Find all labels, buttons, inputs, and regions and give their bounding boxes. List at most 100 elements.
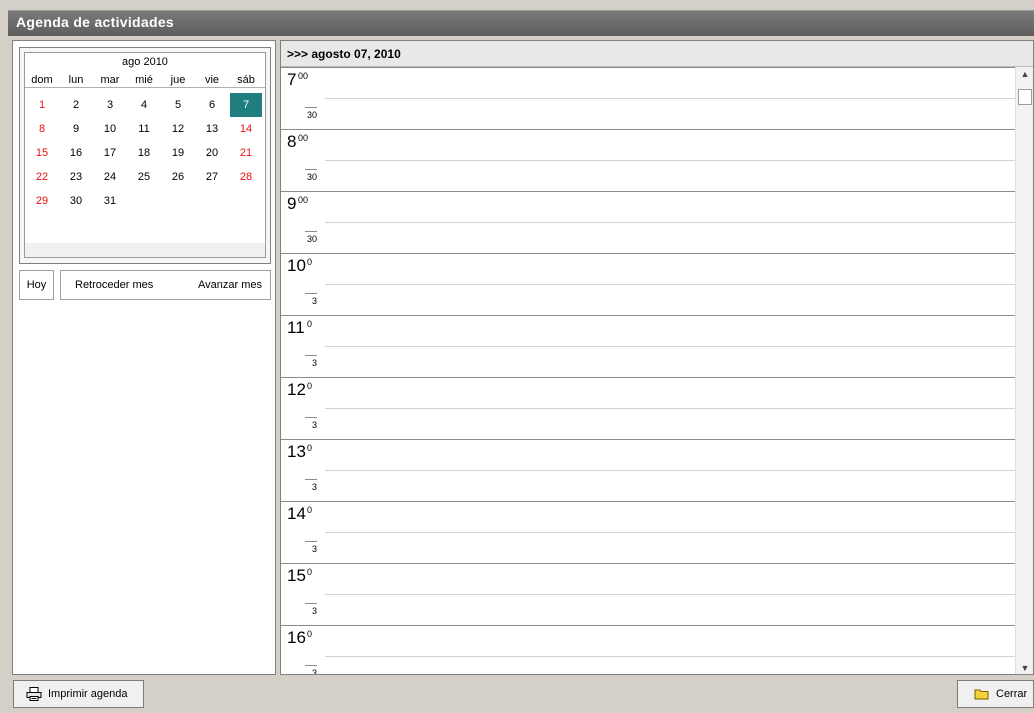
hour-slot[interactable]: 13 0 [281,439,1016,470]
half-hour-slot[interactable]: 3 [281,470,1016,501]
hour-slot[interactable]: 7 00 [281,67,1016,98]
prev-month-button[interactable]: Retroceder mes [75,279,153,291]
hour-slot[interactable]: 10 0 [281,253,1016,284]
calendar-day[interactable]: 15 [25,141,59,165]
weekday-label: sáb [237,74,255,86]
appointment-lane[interactable] [325,470,1016,501]
hour-slot[interactable]: 15 0 [281,563,1016,594]
half-hour-gutter: 3 [281,346,325,377]
half-hour-slot[interactable]: 3 [281,284,1016,315]
calendar-navigation: Hoy Retroceder mes Avanzar mes [19,270,271,300]
hour-slot[interactable]: 14 0 [281,501,1016,532]
calendar-day[interactable]: 17 [93,141,127,165]
calendar-day[interactable]: 14 [229,117,263,141]
calendar-day[interactable]: 28 [229,165,263,189]
appointment-lane[interactable] [325,253,1016,284]
half-hour-slot[interactable]: 3 [281,346,1016,377]
weekday-label: mar [100,74,120,86]
calendar-day[interactable]: 22 [25,165,59,189]
calendar-day[interactable]: 12 [161,117,195,141]
calendar-day[interactable]: 21 [229,141,263,165]
calendar-day[interactable]: 24 [93,165,127,189]
appointment-lane[interactable] [325,98,1016,129]
calendar-day[interactable]: 3 [93,93,127,117]
arrow-down-icon[interactable]: ▼ [1016,663,1033,673]
hour-slot[interactable]: 12 0 [281,377,1016,408]
calendar-day[interactable]: 9 [59,117,93,141]
hour-minutes-label: 0 [307,257,313,267]
half-hour-slot[interactable]: 30 [281,160,1016,191]
appointment-lane[interactable] [325,594,1016,625]
half-hour-gutter: 3 [281,408,325,439]
calendar-day[interactable]: 30 [59,189,93,213]
calendar-day[interactable]: 18 [127,141,161,165]
close-button[interactable]: Cerrar [957,680,1034,708]
hour-slot[interactable]: 11 0 [281,315,1016,346]
calendar-day[interactable]: 29 [25,189,59,213]
appointment-lane[interactable] [325,222,1016,253]
arrow-up-icon[interactable]: ▲ [1016,69,1033,79]
hour-slot[interactable]: 8 00 [281,129,1016,160]
appointment-lane[interactable] [325,563,1016,594]
half-hour-slot[interactable]: 30 [281,222,1016,253]
calendar-day[interactable]: 27 [195,165,229,189]
appointment-lane[interactable] [325,532,1016,563]
appointment-lane[interactable] [325,67,1016,98]
hour-minutes-label: 00 [298,133,309,143]
scrollbar-thumb[interactable] [1018,89,1032,105]
hour-gutter: 15 0 [281,563,325,594]
appointment-lane[interactable] [325,501,1016,532]
calendar-day[interactable]: 11 [127,117,161,141]
appointment-lane[interactable] [325,408,1016,439]
appointment-lane[interactable] [325,160,1016,191]
appointment-lane[interactable] [325,377,1016,408]
calendar-day[interactable]: 7 [230,93,262,117]
calendar-day[interactable]: 16 [59,141,93,165]
calendar-day[interactable]: 2 [59,93,93,117]
calendar-day[interactable]: 4 [127,93,161,117]
appointment-lane[interactable] [325,284,1016,315]
time-slot-list[interactable]: 7 00 30 8 00 30 9 00 30 10 0 3 11 0 3 12 0 3 13 0 3 14 0 3 15 0 3 1… [281,67,1016,674]
calendar-day[interactable]: 6 [195,93,229,117]
hour-label: 15 [287,566,306,585]
calendar-day[interactable]: 25 [127,165,161,189]
half-hour-slot[interactable]: 3 [281,594,1016,625]
today-button[interactable]: Hoy [19,270,54,300]
calendar-day[interactable]: 20 [195,141,229,165]
appointment-lane[interactable] [325,625,1016,656]
appointment-lane[interactable] [325,191,1016,222]
calendar-day[interactable]: 10 [93,117,127,141]
today-button-label: Hoy [26,279,47,291]
hour-minutes-label: 00 [298,195,309,205]
calendar-day[interactable]: 5 [161,93,195,117]
hour-label: 13 [287,442,306,461]
calendar-empty-cell [195,189,229,213]
half-hour-slot[interactable]: 30 [281,98,1016,129]
half-hour-slot[interactable]: 3 [281,408,1016,439]
hour-minutes-label: 00 [298,71,309,81]
left-panel: ago 2010 dom lun mar mié jue vie sáb 123456789… [12,40,276,675]
calendar-day[interactable]: 31 [93,189,127,213]
calendar-day[interactable]: 23 [59,165,93,189]
schedule-scrollbar[interactable]: ▲ ▼ [1015,67,1033,674]
calendar-day[interactable]: 26 [161,165,195,189]
hour-slot[interactable]: 9 00 [281,191,1016,222]
appointment-lane[interactable] [325,129,1016,160]
weekday-label: lun [68,74,84,86]
appointment-lane[interactable] [325,315,1016,346]
calendar-day[interactable]: 8 [25,117,59,141]
appointment-lane[interactable] [325,439,1016,470]
weekday-label: vie [204,74,220,86]
appointment-lane[interactable] [325,656,1016,674]
next-month-button[interactable]: Avanzar mes [198,279,262,291]
half-hour-slot[interactable]: 3 [281,532,1016,563]
hour-slot[interactable]: 16 0 [281,625,1016,656]
month-nav-buttons: Retroceder mes Avanzar mes [60,270,271,300]
print-agenda-button[interactable]: Imprimir agenda [13,680,144,708]
half-hour-label: 3 [305,355,317,368]
half-hour-slot[interactable]: 3 [281,656,1016,674]
appointment-lane[interactable] [325,346,1016,377]
calendar-day[interactable]: 13 [195,117,229,141]
calendar-day[interactable]: 1 [25,93,59,117]
calendar-day[interactable]: 19 [161,141,195,165]
